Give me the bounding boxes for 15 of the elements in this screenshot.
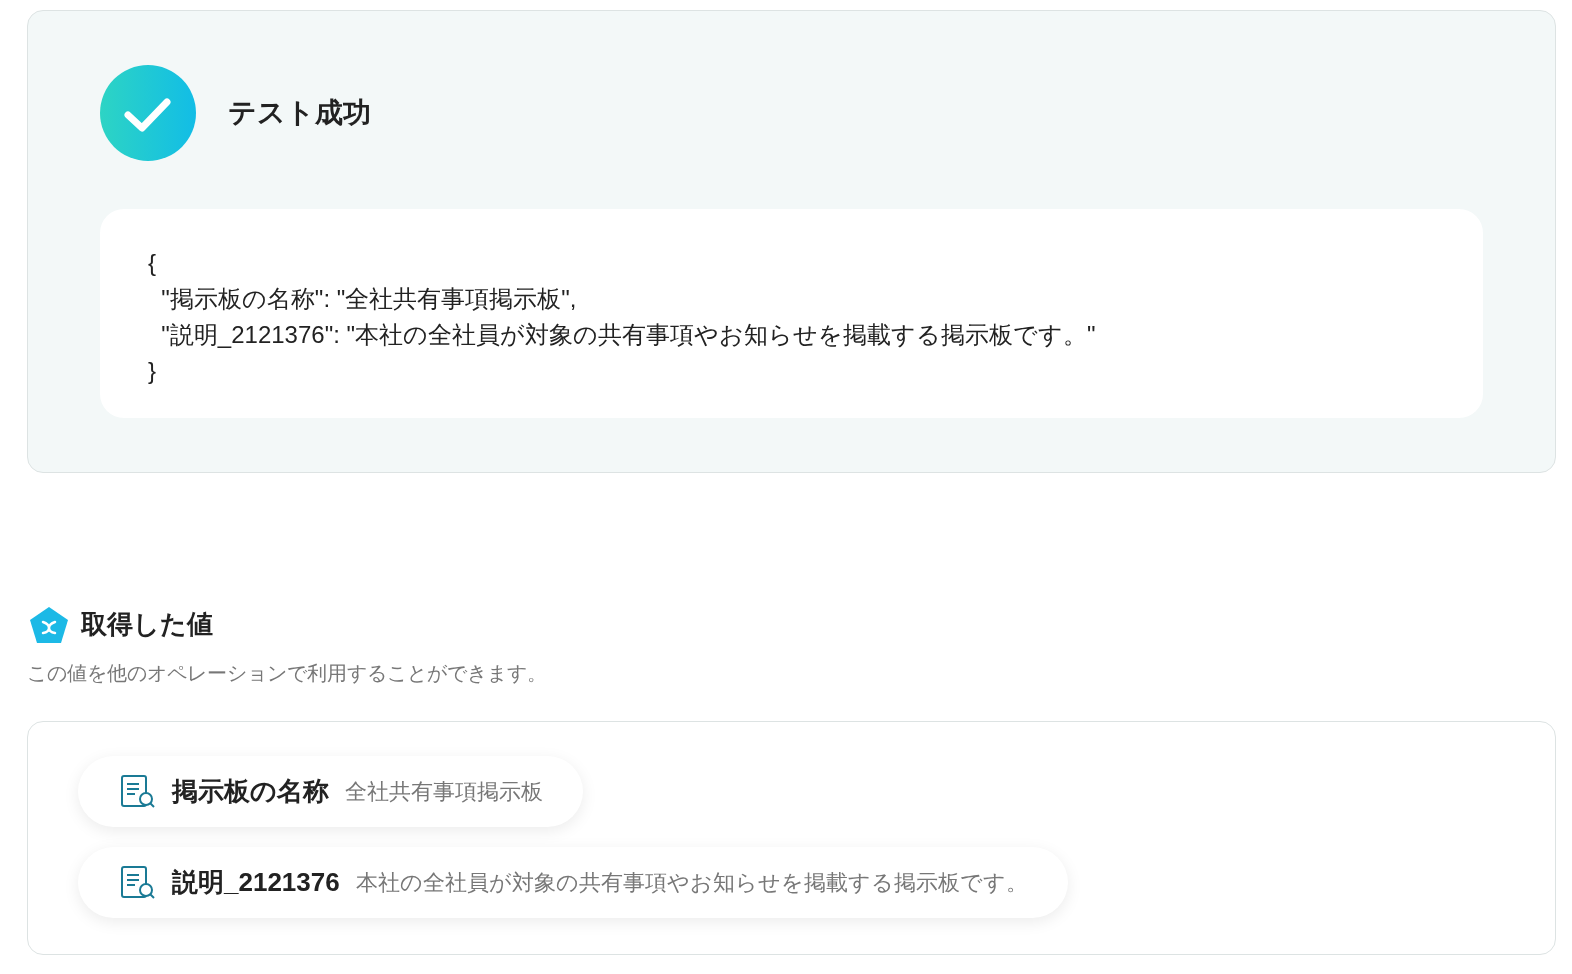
section-title: 取得した値 xyxy=(81,608,213,641)
variable-icon xyxy=(29,605,69,644)
value-label: 説明_2121376 xyxy=(172,866,340,899)
code-line: } xyxy=(148,356,156,386)
section-description: この値を他のオペレーションで利用することができます。 xyxy=(27,661,547,686)
code-line: "掲示板の名称": "全社共有事項掲示板", xyxy=(160,284,577,314)
value-text: 本社の全社員が対象の共有事項やお知らせを掲載する掲示板です。 xyxy=(355,869,1028,897)
document-search-icon xyxy=(120,864,156,901)
value-label: 掲示板の名称 xyxy=(172,775,329,808)
result-title: テスト成功 xyxy=(228,96,371,130)
document-search-icon xyxy=(120,773,156,810)
check-circle-icon xyxy=(100,65,196,161)
code-line: { xyxy=(148,248,156,278)
code-line: "説明_2121376": "本社の全社員が対象の共有事項やお知らせを掲載する掲示板です。" xyxy=(160,320,1096,350)
value-text: 全社共有事項掲示板 xyxy=(345,778,543,806)
